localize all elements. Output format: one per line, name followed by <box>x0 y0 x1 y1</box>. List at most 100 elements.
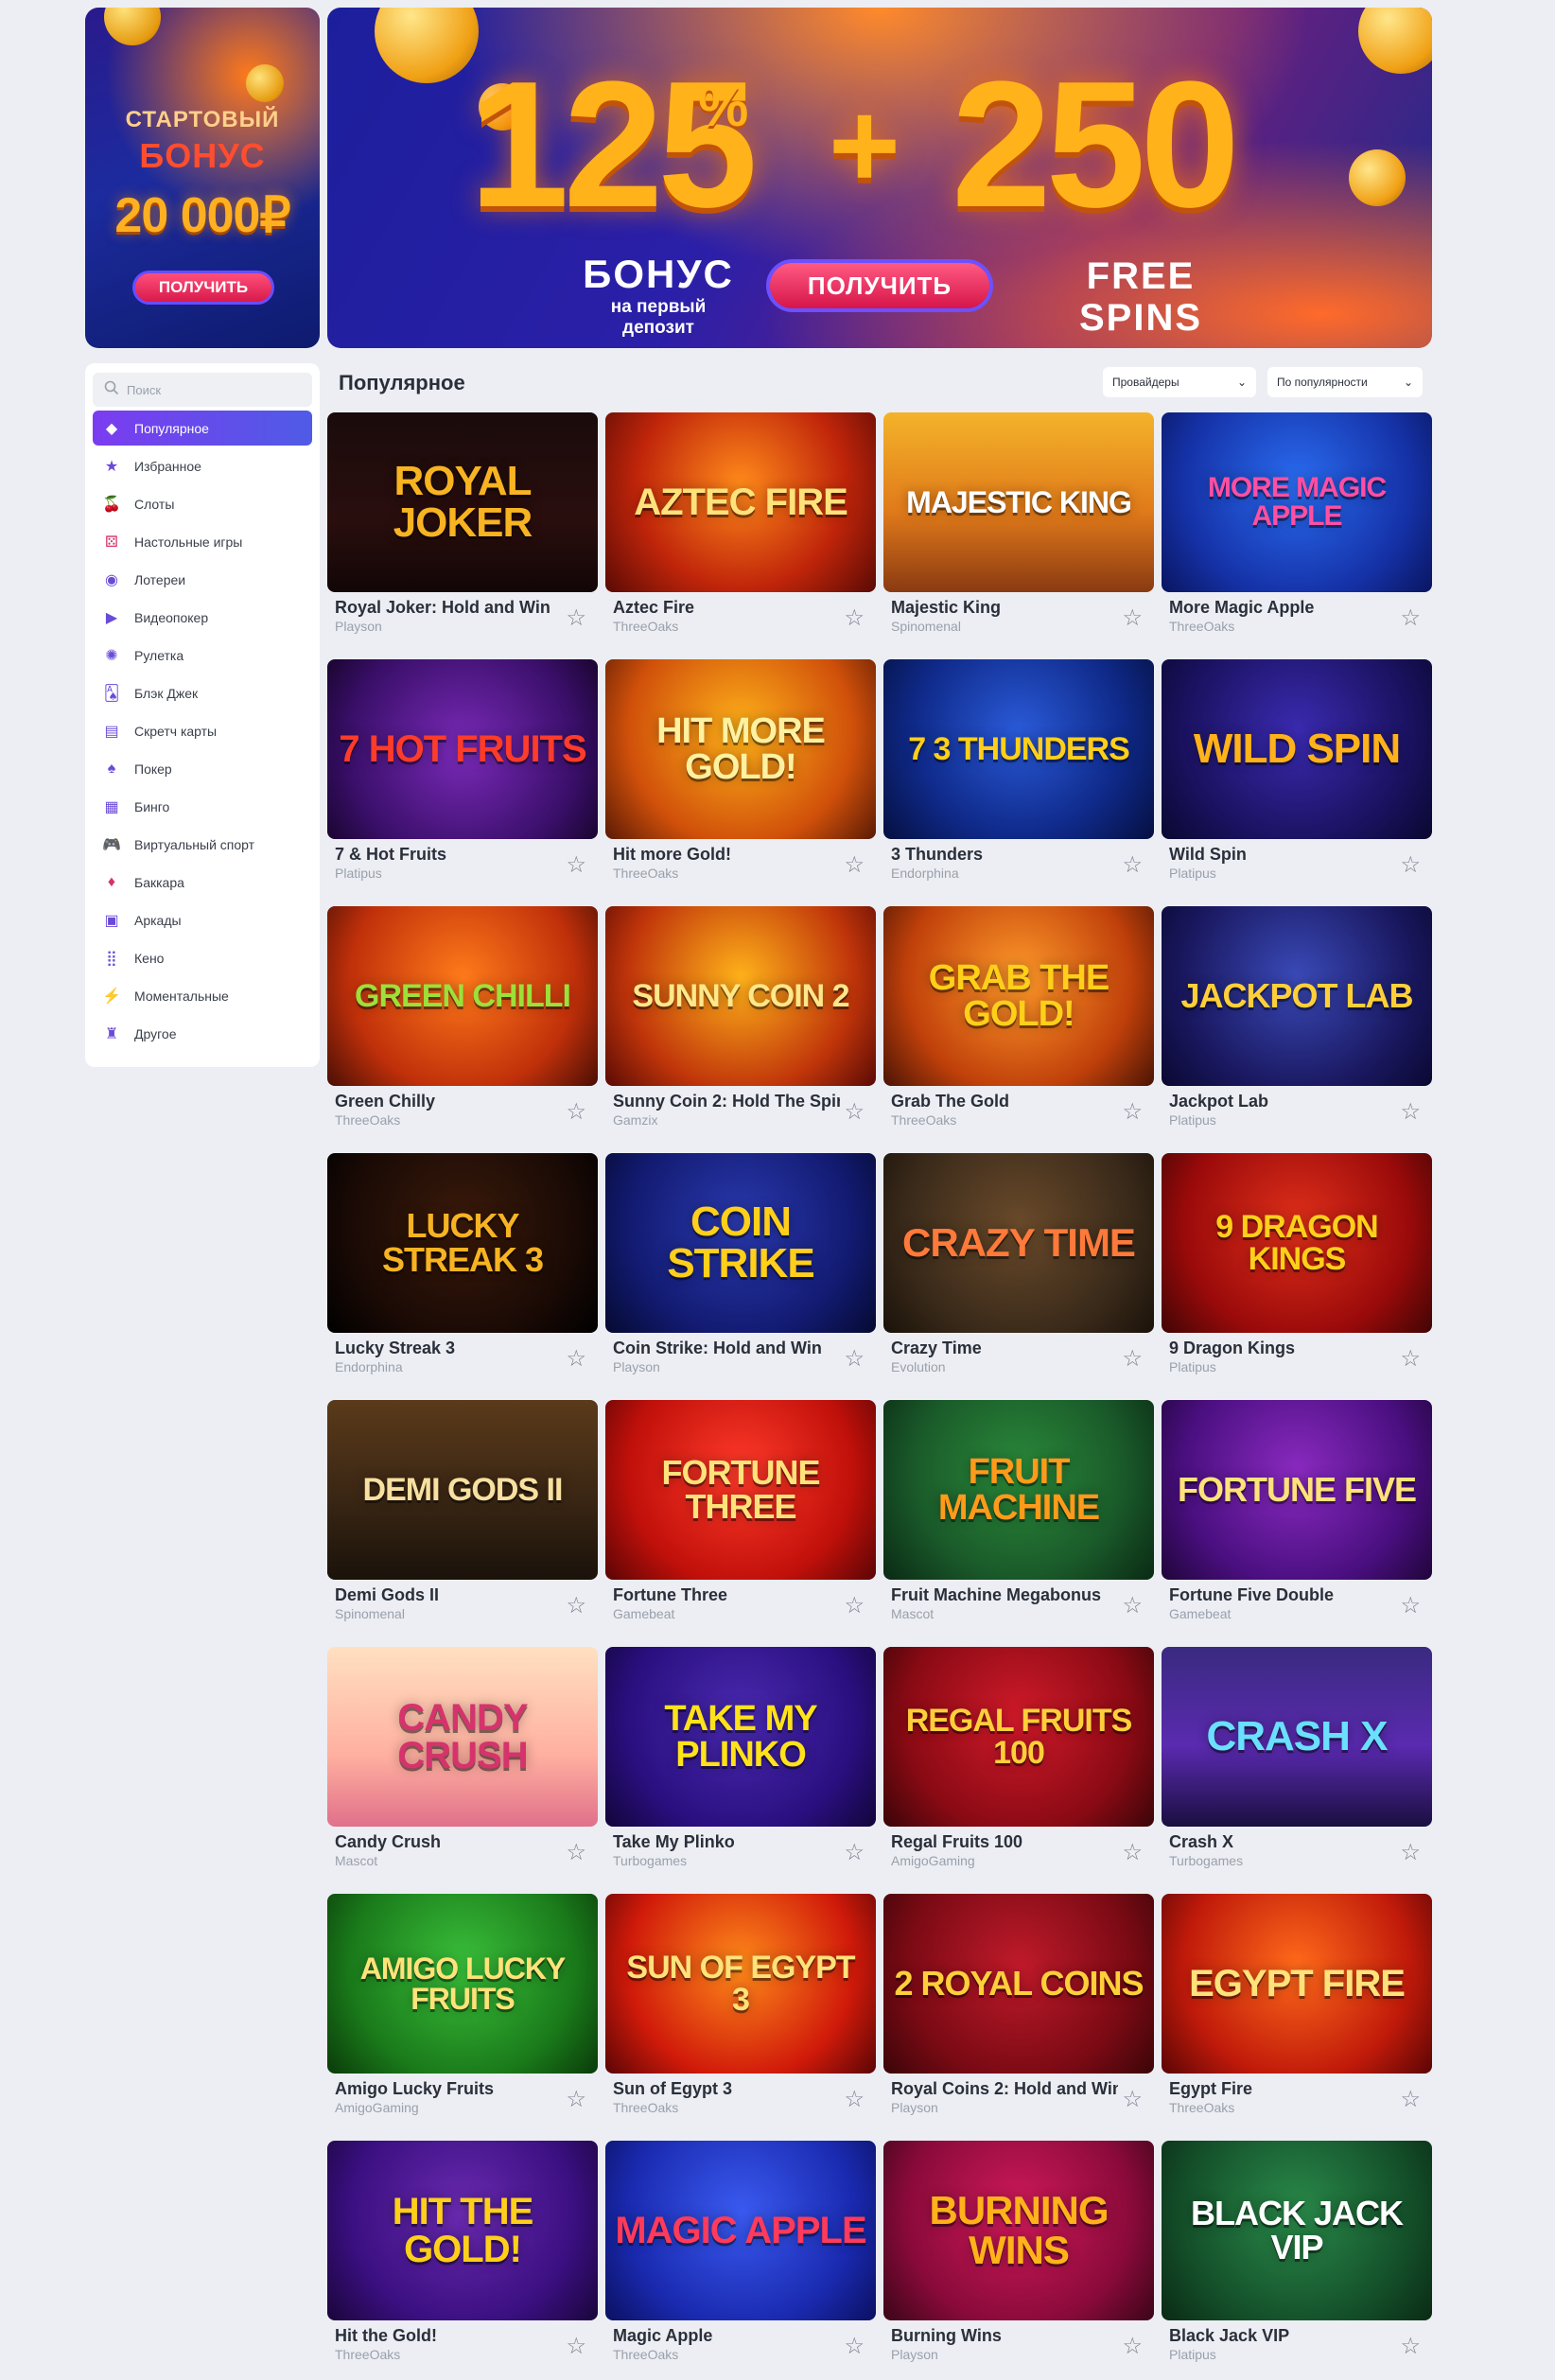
game-title[interactable]: 9 Dragon Kings <box>1169 1339 1295 1358</box>
game-title[interactable]: Fruit Machine Megabonus <box>891 1585 1101 1605</box>
game-thumbnail[interactable]: 9 DRAGON KINGS <box>1162 1153 1432 1333</box>
game-title[interactable]: Jackpot Lab <box>1169 1092 1268 1111</box>
game-title[interactable]: Aztec Fire <box>613 598 694 618</box>
game-thumbnail[interactable]: CANDY CRUSH <box>327 1647 598 1827</box>
game-title[interactable]: Amigo Lucky Fruits <box>335 2079 494 2099</box>
favorite-star-icon[interactable]: ☆ <box>1122 854 1143 877</box>
game-title[interactable]: Fortune Five Double <box>1169 1585 1334 1605</box>
favorite-star-icon[interactable]: ☆ <box>566 2336 586 2358</box>
game-card[interactable]: SUN OF EGYPT 3 Sun of Egypt 3 ThreeOaks ☆ <box>605 1894 876 2135</box>
sidebar-item[interactable]: ♜ Другое <box>93 1016 312 1051</box>
favorite-star-icon[interactable]: ☆ <box>844 854 865 877</box>
sidebar-item[interactable]: 🂡 Блэк Джек <box>93 675 312 710</box>
sidebar-item[interactable]: ♦ Баккара <box>93 865 312 900</box>
game-card[interactable]: WILD SPIN Wild Spin Platipus ☆ <box>1162 659 1432 901</box>
favorite-star-icon[interactable]: ☆ <box>566 2089 586 2111</box>
game-card[interactable]: MAJESTIC KING Majestic King Spinomenal ☆ <box>883 412 1154 654</box>
game-card[interactable]: MORE MAGIC APPLE More Magic Apple ThreeOak… <box>1162 412 1432 654</box>
game-title[interactable]: Black Jack VIP <box>1169 2326 1289 2346</box>
game-title[interactable]: More Magic Apple <box>1169 598 1314 618</box>
game-thumbnail[interactable]: CRAZY TIME <box>883 1153 1154 1333</box>
favorite-star-icon[interactable]: ☆ <box>566 854 586 877</box>
game-card[interactable]: REGAL FRUITS 100 Regal Fruits 100 AmigoGam… <box>883 1647 1154 1888</box>
game-thumbnail[interactable]: DEMI GODS II <box>327 1400 598 1580</box>
game-thumbnail[interactable]: HIT THE GOLD! <box>327 2141 598 2320</box>
game-thumbnail[interactable]: MAJESTIC KING <box>883 412 1154 592</box>
game-card[interactable]: MAGIC APPLE Magic Apple ThreeOaks ☆ <box>605 2141 876 2380</box>
game-card[interactable]: CRAZY TIME Crazy Time Evolution ☆ <box>883 1153 1154 1394</box>
game-title[interactable]: Royal Coins 2: Hold and Win <box>891 2079 1118 2099</box>
game-thumbnail[interactable]: REGAL FRUITS 100 <box>883 1647 1154 1827</box>
game-title[interactable]: Fortune Three <box>613 1585 727 1605</box>
game-title[interactable]: Sunny Coin 2: Hold The Spin <box>613 1092 840 1111</box>
favorite-star-icon[interactable]: ☆ <box>1122 607 1143 630</box>
game-title[interactable]: 7 & Hot Fruits <box>335 845 446 865</box>
game-title[interactable]: Take My Plinko <box>613 1832 735 1852</box>
game-thumbnail[interactable]: WILD SPIN <box>1162 659 1432 839</box>
sidebar-item[interactable]: 🎮 Виртуальный спорт <box>93 827 312 862</box>
game-title[interactable]: Crazy Time <box>891 1339 982 1358</box>
game-card[interactable]: CRASH X Crash X Turbogames ☆ <box>1162 1647 1432 1888</box>
favorite-star-icon[interactable]: ☆ <box>1400 1101 1421 1124</box>
game-title[interactable]: Crash X <box>1169 1832 1233 1852</box>
game-card[interactable]: 9 DRAGON KINGS 9 Dragon Kings Platipus ☆ <box>1162 1153 1432 1394</box>
game-card[interactable]: BURNING WINS Burning Wins Playson ☆ <box>883 2141 1154 2380</box>
game-thumbnail[interactable]: 7 3 THUNDERS <box>883 659 1154 839</box>
favorite-star-icon[interactable]: ☆ <box>1122 1842 1143 1864</box>
sidebar-item[interactable]: ◉ Лотереи <box>93 562 312 597</box>
game-title[interactable]: Lucky Streak 3 <box>335 1339 455 1358</box>
favorite-star-icon[interactable]: ☆ <box>1122 2336 1143 2358</box>
favorite-star-icon[interactable]: ☆ <box>844 1595 865 1618</box>
game-card[interactable]: AZTEC FIRE Aztec Fire ThreeOaks ☆ <box>605 412 876 654</box>
game-card[interactable]: EGYPT FIRE Egypt Fire ThreeOaks ☆ <box>1162 1894 1432 2135</box>
search-box[interactable] <box>93 373 312 407</box>
game-card[interactable]: 2 ROYAL COINS Royal Coins 2: Hold and Win… <box>883 1894 1154 2135</box>
sidebar-item[interactable]: ▤ Скретч карты <box>93 713 312 748</box>
game-title[interactable]: Candy Crush <box>335 1832 441 1852</box>
favorite-star-icon[interactable]: ☆ <box>844 2089 865 2111</box>
favorite-star-icon[interactable]: ☆ <box>1400 1595 1421 1618</box>
game-card[interactable]: GREEN CHILLI Green Chilly ThreeOaks ☆ <box>327 906 598 1147</box>
game-title[interactable]: Hit more Gold! <box>613 845 731 865</box>
game-card[interactable]: ROYAL JOKER Royal Joker: Hold and Win Play… <box>327 412 598 654</box>
game-card[interactable]: HIT MORE GOLD! Hit more Gold! ThreeOaks ☆ <box>605 659 876 901</box>
favorite-star-icon[interactable]: ☆ <box>844 1348 865 1371</box>
game-thumbnail[interactable]: CRASH X <box>1162 1647 1432 1827</box>
game-title[interactable]: 3 Thunders <box>891 845 983 865</box>
game-card[interactable]: COIN STRIKE Coin Strike: Hold and Win Play… <box>605 1153 876 1394</box>
sidebar-item[interactable]: ⣿ Кено <box>93 940 312 975</box>
game-card[interactable]: SUNNY COIN 2 Sunny Coin 2: Hold The Spin G… <box>605 906 876 1147</box>
providers-filter[interactable]: Провайдеры ⌄ <box>1103 367 1256 397</box>
game-thumbnail[interactable]: TAKE MY PLINKO <box>605 1647 876 1827</box>
welcome-offer-banner[interactable]: 125 % + 250 БОНУС на первый депозит ПОЛУ… <box>327 8 1432 348</box>
game-title[interactable]: Demi Gods II <box>335 1585 439 1605</box>
game-title[interactable]: Burning Wins <box>891 2326 1002 2346</box>
game-card[interactable]: DEMI GODS II Demi Gods II Spinomenal ☆ <box>327 1400 598 1641</box>
game-thumbnail[interactable]: COIN STRIKE <box>605 1153 876 1333</box>
game-thumbnail[interactable]: BLACK JACK VIP <box>1162 2141 1432 2320</box>
game-title[interactable]: Wild Spin <box>1169 845 1247 865</box>
favorite-star-icon[interactable]: ☆ <box>1400 607 1421 630</box>
game-thumbnail[interactable]: BURNING WINS <box>883 2141 1154 2320</box>
sidebar-item[interactable]: ⚄ Настольные игры <box>93 524 312 559</box>
favorite-star-icon[interactable]: ☆ <box>844 1101 865 1124</box>
game-title[interactable]: Regal Fruits 100 <box>891 1832 1022 1852</box>
game-thumbnail[interactable]: MORE MAGIC APPLE <box>1162 412 1432 592</box>
game-thumbnail[interactable]: HIT MORE GOLD! <box>605 659 876 839</box>
game-card[interactable]: 7 HOT FRUITS 7 & Hot Fruits Platipus ☆ <box>327 659 598 901</box>
game-title[interactable]: Hit the Gold! <box>335 2326 437 2346</box>
favorite-star-icon[interactable]: ☆ <box>566 1101 586 1124</box>
game-card[interactable]: TAKE MY PLINKO Take My Plinko Turbogames ☆ <box>605 1647 876 1888</box>
favorite-star-icon[interactable]: ☆ <box>566 1348 586 1371</box>
game-card[interactable]: AMIGO LUCKY FRUITS Amigo Lucky Fruits Amig… <box>327 1894 598 2135</box>
sidebar-item[interactable]: ✺ Рулетка <box>93 638 312 673</box>
favorite-star-icon[interactable]: ☆ <box>1400 2336 1421 2358</box>
game-thumbnail[interactable]: LUCKY STREAK 3 <box>327 1153 598 1333</box>
game-thumbnail[interactable]: GRAB THE GOLD! <box>883 906 1154 1086</box>
game-card[interactable]: CANDY CRUSH Candy Crush Mascot ☆ <box>327 1647 598 1888</box>
game-thumbnail[interactable]: GREEN CHILLI <box>327 906 598 1086</box>
favorite-star-icon[interactable]: ☆ <box>566 1842 586 1864</box>
sidebar-item[interactable]: ★ Избранное <box>93 448 312 483</box>
game-thumbnail[interactable]: EGYPT FIRE <box>1162 1894 1432 2074</box>
game-thumbnail[interactable]: FRUIT MACHINE <box>883 1400 1154 1580</box>
